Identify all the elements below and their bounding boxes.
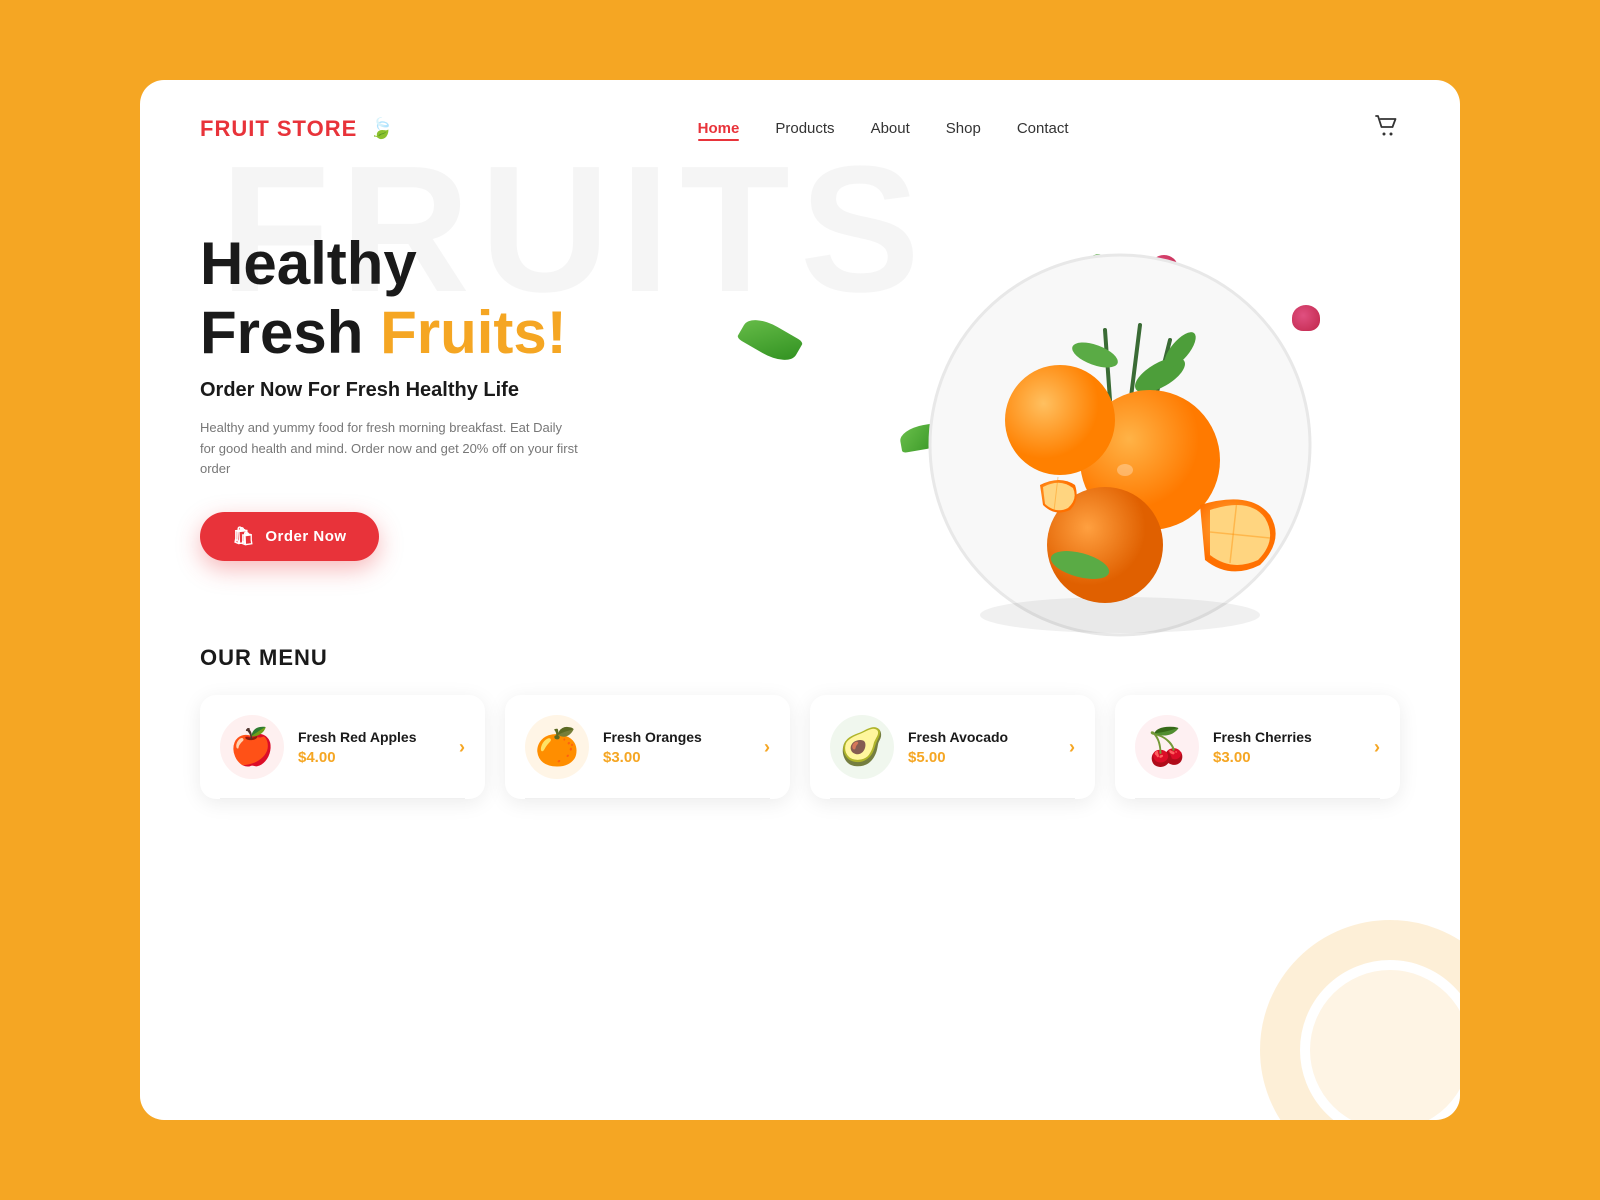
menu-card-price-apples: $4.00 (298, 749, 445, 766)
order-btn-label: Order Now (265, 528, 346, 545)
menu-grid: 🍎 Fresh Red Apples $4.00 › 🍊 Fresh Orang… (200, 695, 1400, 799)
menu-card-info-cherries: Fresh Cherries $3.00 (1213, 729, 1360, 766)
order-now-button[interactable]: 🛍 Order Now (200, 512, 379, 561)
logo-text: FRUIT STORE (200, 116, 357, 142)
cart-icon[interactable] (1372, 112, 1400, 145)
nav-links: Home Products About Shop Contact (698, 120, 1069, 138)
logo-leaf-icon: 🍃 (369, 116, 394, 141)
nav-link-contact[interactable]: Contact (1017, 120, 1069, 137)
menu-card-img-avocado: 🥑 (830, 715, 894, 779)
plate-container (910, 225, 1350, 665)
bag-icon: 🛍 (232, 526, 255, 547)
arrow-icon-cherries[interactable]: › (1374, 737, 1380, 758)
arrow-icon-apples[interactable]: › (459, 737, 465, 758)
nav-link-products[interactable]: Products (775, 120, 834, 137)
menu-section: OUR MENU 🍎 Fresh Red Apples $4.00 › 🍊 Fr… (140, 625, 1460, 839)
nav-item-about[interactable]: About (871, 120, 910, 138)
menu-card-info-oranges: Fresh Oranges $3.00 (603, 729, 750, 766)
hero-title-line2-black: Fresh (200, 299, 380, 366)
menu-card-name-avocado: Fresh Avocado (908, 729, 1055, 745)
menu-card-name-cherries: Fresh Cherries (1213, 729, 1360, 745)
menu-card-img-oranges: 🍊 (525, 715, 589, 779)
navbar: FRUIT STORE 🍃 Home Products About Shop C… (140, 80, 1460, 145)
hero-section: Healthy Fresh Fruits! Order Now For Fres… (140, 145, 1460, 625)
nav-link-about[interactable]: About (871, 120, 910, 137)
hero-right (680, 165, 1400, 625)
hero-title: Healthy Fresh Fruits! (200, 229, 680, 367)
leaf-decoration-1 (737, 312, 804, 368)
nav-link-shop[interactable]: Shop (946, 120, 981, 137)
arrow-icon-avocado[interactable]: › (1069, 737, 1075, 758)
menu-card-name-apples: Fresh Red Apples (298, 729, 445, 745)
menu-card-info-apples: Fresh Red Apples $4.00 (298, 729, 445, 766)
menu-card-price-cherries: $3.00 (1213, 749, 1360, 766)
menu-card-img-apples: 🍎 (220, 715, 284, 779)
nav-item-contact[interactable]: Contact (1017, 120, 1069, 138)
menu-card-cherries[interactable]: 🍒 Fresh Cherries $3.00 › (1115, 695, 1400, 799)
deco-circle (1260, 920, 1460, 1120)
nav-item-home[interactable]: Home (698, 120, 740, 138)
menu-card-name-oranges: Fresh Oranges (603, 729, 750, 745)
logo[interactable]: FRUIT STORE 🍃 (200, 116, 394, 142)
hero-title-orange: Fruits! (380, 299, 567, 366)
nav-item-shop[interactable]: Shop (946, 120, 981, 138)
menu-card-oranges[interactable]: 🍊 Fresh Oranges $3.00 › (505, 695, 790, 799)
hero-subtitle: Order Now For Fresh Healthy Life (200, 379, 680, 402)
nav-item-products[interactable]: Products (775, 120, 834, 138)
menu-card-price-oranges: $3.00 (603, 749, 750, 766)
menu-card-price-avocado: $5.00 (908, 749, 1055, 766)
menu-card-info-avocado: Fresh Avocado $5.00 (908, 729, 1055, 766)
nav-link-home[interactable]: Home (698, 120, 740, 137)
hero-description: Healthy and yummy food for fresh morning… (200, 418, 580, 480)
menu-card-apples[interactable]: 🍎 Fresh Red Apples $4.00 › (200, 695, 485, 799)
menu-card-img-cherries: 🍒 (1135, 715, 1199, 779)
logo-store: STORE (270, 116, 358, 141)
menu-section-title: OUR MENU (200, 645, 1400, 671)
logo-fruit: FRUIT (200, 116, 270, 141)
main-card: FRUITS FRUIT STORE 🍃 Home Products About… (140, 80, 1460, 1120)
hero-left: Healthy Fresh Fruits! Order Now For Fres… (200, 229, 680, 561)
arrow-icon-oranges[interactable]: › (764, 737, 770, 758)
hero-title-line1: Healthy (200, 230, 417, 297)
menu-card-avocado[interactable]: 🥑 Fresh Avocado $5.00 › (810, 695, 1095, 799)
